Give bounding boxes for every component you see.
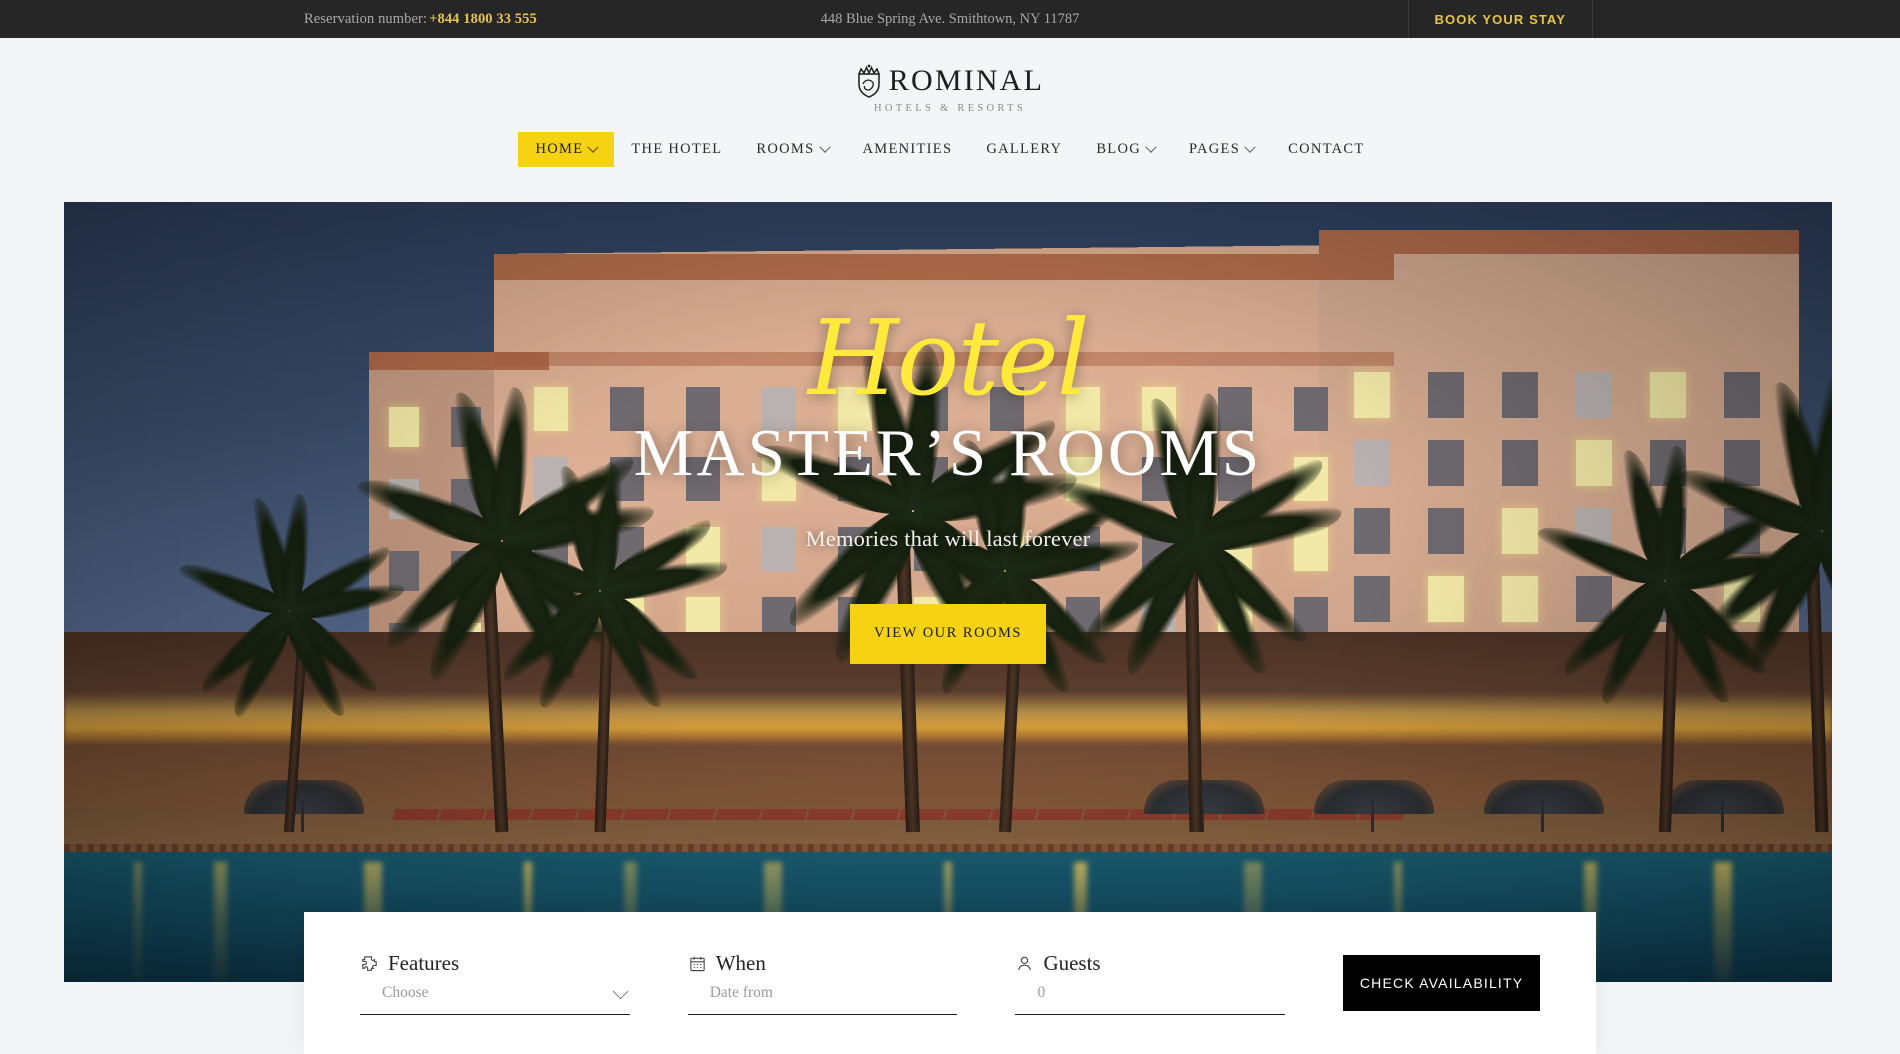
nav-item-blog[interactable]: BLOG [1079, 132, 1172, 167]
nav-label-amenities: AMENITIES [862, 141, 953, 157]
nav-label-blog: BLOG [1096, 141, 1141, 157]
nav-item-the-hotel[interactable]: THE HOTEL [614, 132, 739, 167]
when-label: When [715, 951, 766, 975]
chevron-down-icon [1145, 141, 1157, 153]
guests-label: Guests [1043, 951, 1101, 975]
nav-label-rooms: ROOMS [756, 141, 815, 157]
logo[interactable]: ROMINAL HOTELS & RESORTS [0, 38, 1900, 114]
guests-input[interactable] [1015, 980, 1286, 1015]
hotel-address: 448 Blue Spring Ave. Smithtown, NY 11787 [820, 10, 1080, 27]
nav-label-pages: PAGES [1188, 141, 1241, 157]
hero-headline: MASTER’S ROOMS [633, 415, 1263, 490]
nav-label-the-hotel: THE HOTEL [631, 141, 723, 157]
hero-content: Hotel MASTER’S ROOMS Memories that will … [64, 297, 1832, 664]
nav-label-home: HOME [535, 141, 584, 157]
nav-item-contact[interactable]: CONTACT [1271, 132, 1381, 167]
hero-script-title: Hotel [808, 297, 1090, 419]
site-header: ROMINAL HOTELS & RESORTS HOME THE HOTEL … [0, 38, 1900, 202]
booking-search-card: Features When Guests [304, 912, 1596, 1054]
main-navigation: HOME THE HOTEL ROOMS AMENITIES GALLERY B… [0, 132, 1900, 167]
nav-item-gallery[interactable]: GALLERY [969, 132, 1079, 167]
features-field: Features [360, 951, 630, 1015]
logo-tagline: HOTELS & RESORTS [874, 103, 1026, 114]
puzzle-piece-icon [360, 954, 379, 973]
chevron-down-icon [1244, 141, 1256, 153]
user-icon [1015, 954, 1034, 973]
nav-label-gallery: GALLERY [986, 141, 1063, 157]
guests-field: Guests [1015, 951, 1286, 1015]
book-your-stay-button[interactable]: BOOK YOUR STAY [1407, 0, 1593, 38]
nav-item-amenities[interactable]: AMENITIES [846, 132, 970, 167]
date-from-input[interactable] [687, 980, 958, 1015]
calendar-icon [688, 954, 707, 973]
hero-banner: Hotel MASTER’S ROOMS Memories that will … [64, 202, 1832, 982]
nav-item-rooms[interactable]: ROOMS [739, 132, 845, 167]
nav-label-contact: CONTACT [1288, 141, 1365, 157]
check-availability-button[interactable]: CHECK AVAILABILITY [1343, 955, 1540, 1011]
features-label: Features [388, 951, 460, 975]
chevron-down-icon [818, 141, 831, 153]
crown-shield-icon [856, 64, 882, 98]
hero-subtitle: Memories that will last forever [805, 525, 1091, 551]
when-field: When [687, 951, 958, 1015]
features-select[interactable] [360, 980, 630, 1015]
view-our-rooms-button[interactable]: VIEW OUR ROOMS [850, 603, 1046, 664]
top-bar: Reservation number: +844 1800 33 555 448… [0, 0, 1900, 38]
nav-item-home[interactable]: HOME [518, 132, 615, 167]
chevron-down-icon [587, 141, 600, 153]
nav-item-pages[interactable]: PAGES [1172, 132, 1271, 167]
logo-wordmark: ROMINAL [888, 64, 1045, 97]
